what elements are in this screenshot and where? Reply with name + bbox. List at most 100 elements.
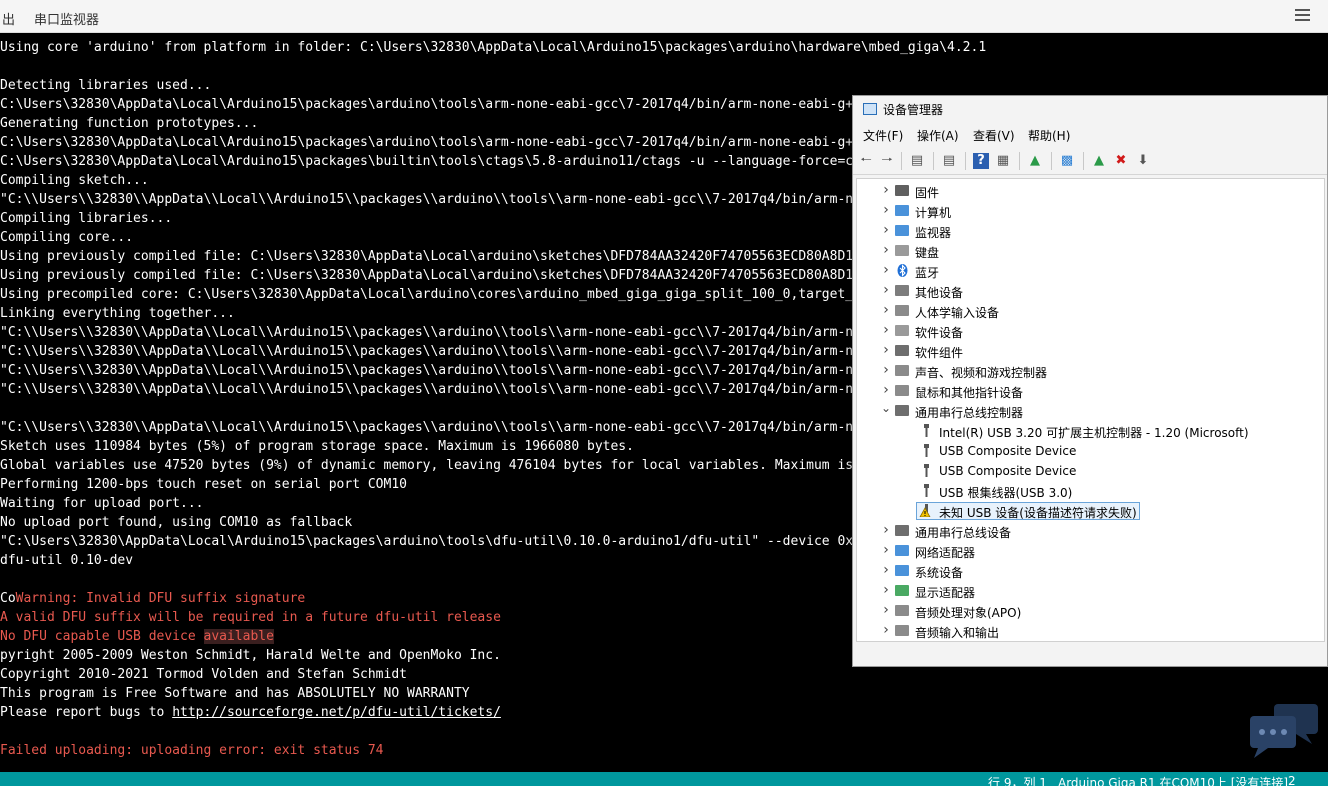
usb-plug-icon	[919, 444, 934, 457]
chevron-right-icon[interactable]: ›	[881, 622, 891, 638]
horizontal-scrollbar[interactable]	[856, 644, 1323, 662]
console-text: dfu-util 0.10-dev	[0, 553, 134, 568]
console-text: C:\Users\32830\AppData\Local\Arduino15\p…	[0, 97, 861, 112]
console-text: "C:\\Users\\32830\\AppData\\Local\\Ardui…	[0, 344, 869, 359]
console-line: "C:\\Users\\32830\\AppData\\Local\\Ardui…	[0, 418, 986, 437]
tab-output[interactable]: 出	[2, 9, 15, 28]
chevron-right-icon[interactable]: ›	[881, 522, 891, 538]
menu-view[interactable]: 查看(V)	[973, 127, 1015, 144]
console-line: "C:\\Users\\32830\\AppData\\Local\\Ardui…	[0, 323, 986, 342]
console-line: C:\Users\32830\AppData\Local\Arduino15\p…	[0, 95, 986, 114]
scan-hardware-icon[interactable]: ▩	[1059, 153, 1075, 169]
console-text: Performing 1200-bps touch reset on seria…	[0, 477, 407, 492]
chevron-right-icon[interactable]: ›	[881, 382, 891, 398]
menu-help[interactable]: 帮助(H)	[1028, 127, 1070, 144]
usb-plug-icon	[919, 464, 934, 477]
console-text: Compiling libraries...	[0, 211, 173, 226]
software-device-icon	[895, 324, 910, 337]
chat-bubble-icon[interactable]	[1248, 702, 1320, 758]
tree-item-label: 音频处理对象(APO)	[915, 606, 1022, 620]
chevron-right-icon[interactable]: ›	[881, 182, 891, 198]
console-text: Co	[0, 591, 16, 606]
board-port-status[interactable]: Arduino Giga R1 在COM10上 [没有连接]	[1058, 774, 1288, 786]
console-warning-text: Warning: Invalid DFU suffix signature	[15, 591, 306, 606]
menu-action[interactable]: 操作(A)	[917, 127, 959, 144]
computer-icon	[895, 204, 910, 217]
chevron-right-icon[interactable]: ›	[881, 242, 891, 258]
chevron-right-icon[interactable]: ›	[881, 542, 891, 558]
device-manager-titlebar[interactable]: 设备管理器	[853, 96, 1327, 122]
bluetooth-icon	[895, 264, 910, 277]
properties-icon[interactable]: ▤	[941, 153, 957, 169]
forward-arrow-icon[interactable]: 🠒	[879, 153, 895, 169]
chevron-right-icon[interactable]: ›	[881, 302, 891, 318]
network-adapter-icon	[895, 544, 910, 557]
console-text: Using core 'arduino' from platform in fo…	[0, 40, 987, 55]
chevron-right-icon[interactable]: ›	[881, 602, 891, 618]
console-line: Generating function prototypes...	[0, 114, 986, 133]
console-line: Failed uploading: uploading error: exit …	[0, 741, 986, 760]
chevron-right-icon[interactable]: ›	[881, 362, 891, 378]
tree-item-label: 网络适配器	[915, 546, 976, 560]
details-view-icon[interactable]: ▦	[995, 153, 1011, 169]
chevron-right-icon[interactable]: ›	[881, 582, 891, 598]
console-text: "C:\\Users\\32830\\AppData\\Local\\Ardui…	[0, 420, 869, 435]
console-line: Global variables use 47520 bytes (9%) of…	[0, 456, 986, 475]
tree-item-label: USB 根集线器(USB 3.0)	[939, 486, 1073, 500]
chevron-right-icon[interactable]: ›	[881, 262, 891, 278]
console-text: Generating function prototypes...	[0, 116, 259, 131]
back-arrow-icon[interactable]: 🠐	[858, 153, 874, 169]
menu-bar: 文件(F) 操作(A) 查看(V) 帮助(H)	[853, 123, 1327, 147]
cursor-position: 行 9，列 1	[988, 776, 1047, 786]
console-line: "C:\\Users\\32830\\AppData\\Local\\Ardui…	[0, 380, 986, 399]
chevron-right-icon[interactable]: ›	[881, 342, 891, 358]
clear-output-icon[interactable]	[1295, 9, 1310, 21]
console-text: Copyright 2010-2021 Tormod Volden and St…	[0, 667, 407, 682]
console-line: Compiling libraries...	[0, 209, 986, 228]
console-text: Please report bugs to	[0, 705, 173, 720]
menu-file[interactable]: 文件(F)	[863, 127, 903, 144]
chevron-right-icon[interactable]: ›	[881, 202, 891, 218]
help-icon[interactable]: ?	[973, 153, 989, 169]
console-line: No upload port found, using COM10 as fal…	[0, 513, 986, 532]
console-line: "C:\\Users\\32830\\AppData\\Local\\Ardui…	[0, 190, 986, 209]
add-driver-icon[interactable]: ▲	[1091, 153, 1107, 169]
uninstall-device-icon[interactable]: ✖	[1113, 153, 1129, 169]
console-line: This program is Free Software and has AB…	[0, 684, 986, 703]
keyboard-icon	[895, 244, 910, 257]
console-line: Using core 'arduino' from platform in fo…	[0, 38, 986, 57]
audio-processing-icon	[895, 604, 910, 617]
monitor-icon	[895, 224, 910, 237]
console-line: Detecting libraries used...	[0, 76, 986, 95]
update-driver-icon[interactable]: ▲	[1027, 153, 1043, 169]
chevron-right-icon[interactable]: ›	[881, 322, 891, 338]
tree-item-label: 蓝牙	[915, 266, 940, 280]
console-warning-text: Failed uploading: uploading error: exit …	[0, 743, 384, 758]
chevron-down-icon[interactable]: ⌄	[881, 401, 891, 415]
bug-report-link[interactable]: http://sourceforge.net/p/dfu-util/ticket…	[172, 705, 501, 720]
device-tree[interactable]: › 固件 › 计算机 › 监视器 › 键盘 › 蓝牙 › 其他设备 › 人体学输入设备 › 软件设备 › 软件组件…	[856, 178, 1325, 642]
tree-item-label: 音频输入和输出	[915, 626, 1000, 640]
chevron-right-icon[interactable]: ›	[881, 282, 891, 298]
tab-serial-monitor[interactable]: 串口监视器	[34, 9, 99, 28]
show-hide-tree-icon[interactable]: ▤	[909, 153, 925, 169]
chevron-right-icon[interactable]: ›	[881, 562, 891, 578]
notification-count[interactable]: 2	[1288, 774, 1296, 786]
warning-usb-icon	[919, 504, 934, 518]
audio-io-icon	[895, 624, 910, 637]
console-text: "C:\\Users\\32830\\AppData\\Local\\Ardui…	[0, 363, 869, 378]
console-line: CoWarning: Invalid DFU suffix signature	[0, 589, 986, 608]
console-line: Copyright 2010-2021 Tormod Volden and St…	[0, 665, 986, 684]
console-line: No DFU capable USB device available	[0, 627, 986, 646]
console-line: Performing 1200-bps touch reset on seria…	[0, 475, 986, 494]
usb-controller-icon	[895, 404, 910, 417]
console-text: "C:\\Users\\32830\\AppData\\Local\\Ardui…	[0, 382, 869, 397]
console-text: Using previously compiled file: C:\Users…	[0, 249, 869, 264]
download-icon[interactable]: ⬇	[1135, 153, 1151, 169]
chevron-right-icon[interactable]: ›	[881, 222, 891, 238]
console-text: Waiting for upload port...	[0, 496, 204, 511]
console-warning-text: No DFU capable USB device	[0, 629, 204, 644]
usb-device-icon	[895, 524, 910, 537]
